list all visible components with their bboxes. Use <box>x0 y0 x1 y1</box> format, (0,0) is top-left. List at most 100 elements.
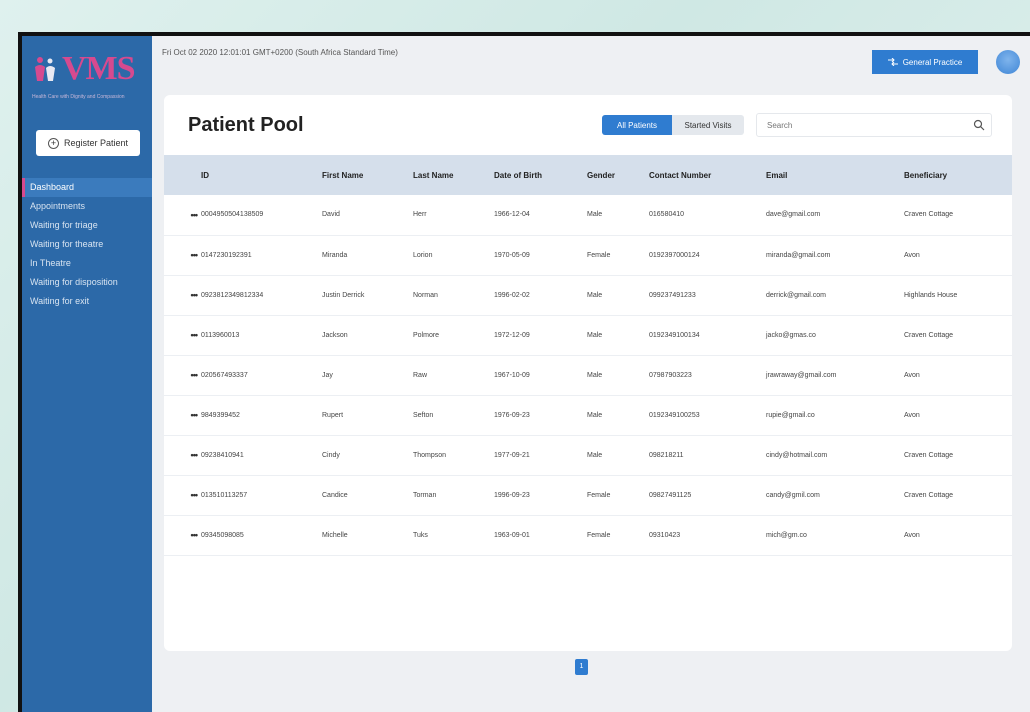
cell-contact: 0192397000124 <box>649 251 700 259</box>
row-actions-cell: ••• <box>164 395 201 435</box>
more-options-icon[interactable]: ••• <box>191 450 199 460</box>
more-options-icon[interactable]: ••• <box>191 410 199 420</box>
current-datetime: Fri Oct 02 2020 12:01:01 GMT+0200 (South… <box>162 47 398 57</box>
table-header-row: ID First Name Last Name Date of Birth Ge… <box>164 155 1012 195</box>
cell-last: Lorion <box>413 251 433 259</box>
general-practice-label: General Practice <box>902 57 963 67</box>
cell-beneficiary: Craven Cottage <box>904 491 954 499</box>
cell-id: 0147230192391 <box>201 251 252 259</box>
sidebar-item-appointments[interactable]: Appointments <box>22 197 152 216</box>
pagination-page-button[interactable]: 1 <box>575 659 588 675</box>
table-row[interactable]: ••• 020567493337 Jay Raw 1967-10-09 Male 07987… <box>164 355 1012 395</box>
cell-email: dave@gmail.com <box>766 211 821 219</box>
sidebar: VMS Health Care with Dignity and Compass… <box>22 36 152 712</box>
sidebar-item-waiting-triage[interactable]: Waiting for triage <box>22 216 152 235</box>
cell-first: Candice <box>322 491 348 499</box>
cell-gender: Female <box>587 531 611 539</box>
cell-dob: 1976-09-23 <box>494 411 530 419</box>
row-actions-cell: ••• <box>164 355 201 395</box>
visit-filter-toggle: All Patients Started Visits <box>602 115 744 135</box>
cell-dob: 1996-02-02 <box>494 291 530 299</box>
sidebar-item-dashboard[interactable]: Dashboard <box>22 178 152 197</box>
logo: VMS <box>22 36 152 94</box>
cell-email: jrawraway@gmail.com <box>766 371 837 379</box>
row-actions-cell: ••• <box>164 315 201 355</box>
cell-first: Jay <box>322 371 333 379</box>
cell-contact: 099237491233 <box>649 291 696 299</box>
row-actions-cell: ••• <box>164 475 201 515</box>
cell-id: 0923812349812334 <box>201 291 264 299</box>
card-header-controls: All Patients Started Visits <box>602 113 992 137</box>
cell-first: Cindy <box>322 451 340 459</box>
cell-first: Michelle <box>322 531 348 539</box>
plus-circle-icon: + <box>47 137 59 149</box>
cell-email: candy@gmil.com <box>766 491 820 499</box>
cell-last: Norman <box>413 291 438 299</box>
more-options-icon[interactable]: ••• <box>191 490 199 500</box>
row-actions-cell: ••• <box>164 275 201 315</box>
cell-email: jacko@gmas.co <box>766 331 816 339</box>
table-row[interactable]: ••• 0147230192391 Miranda Lorion 1970-05-09 F… <box>164 235 1012 275</box>
general-practice-button[interactable]: General Practice <box>872 50 978 74</box>
search-input[interactable] <box>767 120 947 130</box>
all-patients-button[interactable]: All Patients <box>602 115 672 135</box>
cell-dob: 1967-10-09 <box>494 371 530 379</box>
cell-dob: 1996-09-23 <box>494 491 530 499</box>
more-options-icon[interactable]: ••• <box>191 290 199 300</box>
cell-gender: Male <box>587 291 603 299</box>
cell-first: Rupert <box>322 411 344 419</box>
cell-email: miranda@gmail.com <box>766 251 831 259</box>
user-avatar[interactable] <box>996 50 1020 74</box>
sidebar-item-in-theatre[interactable]: In Theatre <box>22 254 152 273</box>
more-options-icon[interactable]: ••• <box>191 210 199 220</box>
patient-pool-card: Patient Pool All Patients Started Visits <box>164 95 1012 651</box>
app-container: VMS Health Care with Dignity and Compass… <box>22 36 1030 712</box>
more-options-icon[interactable]: ••• <box>191 530 199 540</box>
register-patient-label: Register Patient <box>63 138 129 148</box>
register-patient-button[interactable]: + Register Patient <box>36 130 140 156</box>
cell-dob: 1977-09-21 <box>494 451 530 459</box>
more-options-icon[interactable]: ••• <box>191 250 199 260</box>
more-options-icon[interactable]: ••• <box>191 370 199 380</box>
cell-gender: Male <box>587 371 603 379</box>
cell-dob: 1963-09-01 <box>494 531 530 539</box>
table-row[interactable]: ••• 9849399452 Rupert Sefton 1976-09-23 Male 0… <box>164 395 1012 435</box>
shuffle-icon <box>887 58 898 66</box>
cell-contact: 09310423 <box>649 531 681 539</box>
topbar: Fri Oct 02 2020 12:01:01 GMT+0200 (South… <box>152 36 1030 92</box>
table-row[interactable]: ••• 0923812349812334 Justin Derrick Norman 1… <box>164 275 1012 315</box>
cell-contact: 0192349100253 <box>649 411 700 419</box>
sidebar-item-waiting-disposition[interactable]: Waiting for disposition <box>22 273 152 292</box>
table-row[interactable]: ••• 09238410941 Cindy Thompson 1977-09-21 Mal… <box>164 435 1012 475</box>
table-row[interactable]: ••• 0004950504138509 David Herr 1966-12-04 Ma… <box>164 195 1012 235</box>
sidebar-item-waiting-exit[interactable]: Waiting for exit <box>22 292 152 311</box>
table-row[interactable]: ••• 013510113257 Candice Torman 1996-09-23 Fe… <box>164 475 1012 515</box>
cell-contact: 07987903223 <box>649 371 692 379</box>
cell-dob: 1970-05-09 <box>494 251 530 259</box>
started-visits-button[interactable]: Started Visits <box>672 115 744 135</box>
sidebar-item-waiting-theatre[interactable]: Waiting for theatre <box>22 235 152 254</box>
cell-last: Tuks <box>413 531 428 539</box>
header-email: Email <box>766 170 788 180</box>
cell-gender: Male <box>587 331 603 339</box>
cell-gender: Female <box>587 491 611 499</box>
search-icon[interactable] <box>973 119 985 131</box>
table-row[interactable]: ••• 09345098085 Michelle Tuks 1963-09-01 Fema… <box>164 515 1012 555</box>
search-box <box>756 113 992 137</box>
cell-dob: 1972-12-09 <box>494 331 530 339</box>
cell-first: David <box>322 211 340 219</box>
cell-email: rupie@gmail.co <box>766 411 815 419</box>
cell-id: 09345098085 <box>201 531 244 539</box>
patient-table: ID First Name Last Name Date of Birth Ge… <box>164 155 1012 556</box>
more-options-icon[interactable]: ••• <box>191 330 199 340</box>
cell-beneficiary: Craven Cottage <box>904 451 954 459</box>
cell-gender: Male <box>587 451 603 459</box>
window-frame: VMS Health Care with Dignity and Compass… <box>18 32 1030 712</box>
cell-last: Thompson <box>413 451 447 459</box>
header-dob: Date of Birth <box>494 170 542 180</box>
medical-staff-icon <box>35 57 55 81</box>
logo-tagline: Health Care with Dignity and Compassion <box>32 94 125 100</box>
cell-contact: 09827491125 <box>649 491 692 499</box>
row-actions-cell: ••• <box>164 515 201 555</box>
table-row[interactable]: ••• 0113960013 Jackson Polmore 1972-12-09 Mal… <box>164 315 1012 355</box>
